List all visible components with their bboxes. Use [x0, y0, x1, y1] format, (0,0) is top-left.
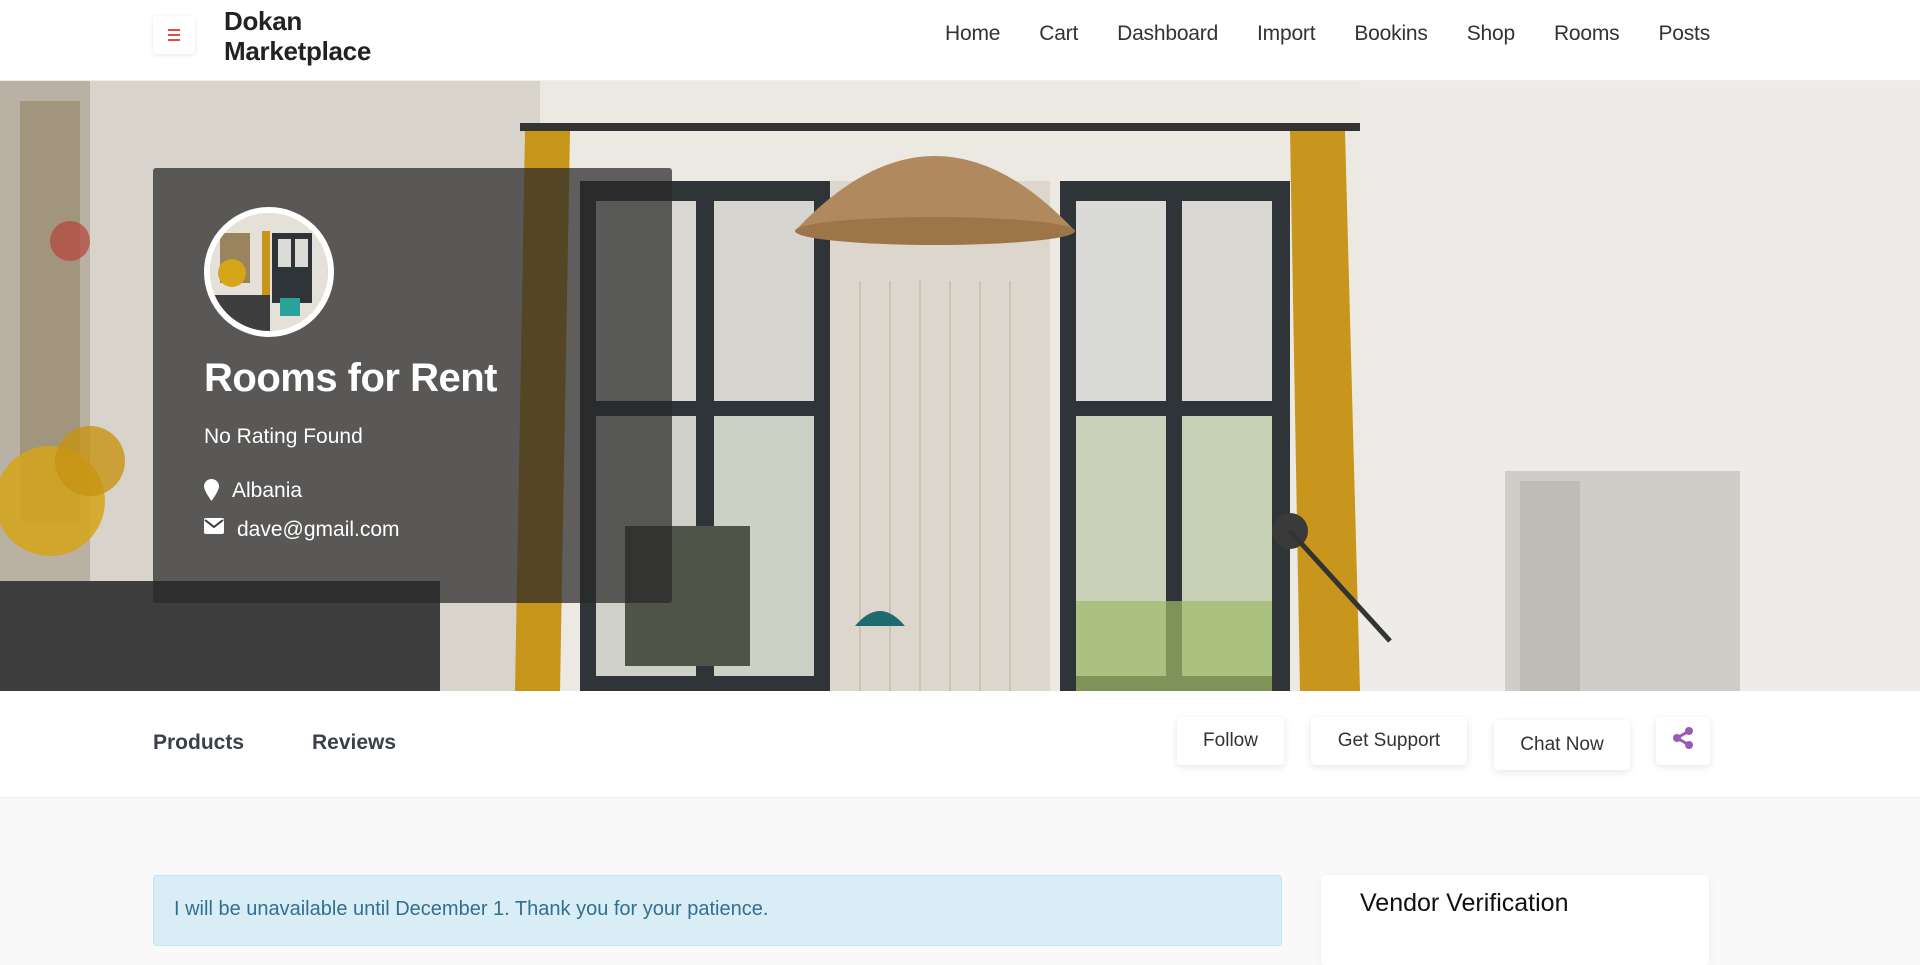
nav-posts[interactable]: Posts [1658, 22, 1710, 46]
follow-button[interactable]: Follow [1177, 717, 1284, 765]
nav-home[interactable]: Home [945, 22, 1000, 46]
site-header: Dokan Marketplace Home Cart Dashboard Im… [0, 0, 1920, 81]
vendor-verification-widget: Vendor Verification [1321, 875, 1709, 965]
nav-dashboard[interactable]: Dashboard [1117, 22, 1218, 46]
main-nav: Home Cart Dashboard Import Bookins Shop … [906, 22, 1710, 46]
nav-bookins[interactable]: Bookins [1354, 22, 1428, 46]
vendor-verification-title: Vendor Verification [1360, 889, 1569, 917]
store-banner: Rooms for Rent No Rating Found Albania d… [0, 81, 1920, 691]
chat-now-button[interactable]: Chat Now [1494, 720, 1630, 770]
store-location: Albania [204, 479, 302, 503]
share-icon [1671, 726, 1695, 756]
nav-rooms[interactable]: Rooms [1554, 22, 1620, 46]
brand-line-1: Dokan [224, 6, 302, 36]
nav-import[interactable]: Import [1257, 22, 1316, 46]
menu-toggle-button[interactable] [153, 16, 195, 54]
tab-products[interactable]: Products [153, 731, 244, 755]
get-support-button[interactable]: Get Support [1311, 717, 1467, 765]
nav-shop[interactable]: Shop [1467, 22, 1515, 46]
share-button[interactable] [1656, 717, 1710, 765]
store-profile-card: Rooms for Rent No Rating Found Albania d… [153, 168, 672, 603]
tab-reviews[interactable]: Reviews [312, 731, 396, 755]
store-location-text: Albania [232, 479, 303, 502]
store-rating: No Rating Found [204, 425, 363, 448]
store-email-text[interactable]: dave@gmail.com [237, 518, 400, 542]
hamburger-icon [168, 28, 180, 43]
brand-line-2: Marketplace [224, 36, 371, 66]
nav-cart[interactable]: Cart [1039, 22, 1078, 46]
store-avatar [204, 207, 334, 337]
store-name: Rooms for Rent [204, 356, 498, 400]
store-tabs-bar: Products Reviews Follow Get Support Chat… [0, 691, 1920, 798]
site-brand[interactable]: Dokan Marketplace [224, 6, 371, 66]
vendor-notice-alert: I will be unavailable until December 1. … [153, 875, 1282, 946]
store-email: dave@gmail.com [204, 518, 400, 542]
